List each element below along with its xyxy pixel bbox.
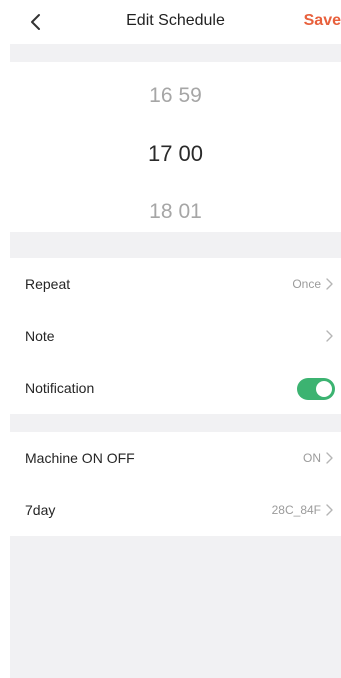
hour-selected: 17 bbox=[148, 141, 173, 166]
chevron-right-icon bbox=[326, 452, 333, 464]
device-row[interactable]: 7day 28C_84F bbox=[10, 484, 341, 536]
schedule-settings-group: Repeat Once Note Notification bbox=[10, 258, 341, 414]
time-row-previous[interactable]: 16 59 bbox=[10, 84, 341, 108]
note-row[interactable]: Note bbox=[10, 310, 341, 362]
hour-previous: 16 bbox=[149, 84, 173, 107]
device-label: 7day bbox=[25, 502, 56, 518]
minute-selected: 00 bbox=[178, 141, 203, 166]
chevron-right-icon bbox=[326, 504, 333, 516]
note-label: Note bbox=[25, 328, 55, 344]
machine-on-off-row[interactable]: Machine ON OFF ON bbox=[10, 432, 341, 484]
repeat-row[interactable]: Repeat Once bbox=[10, 258, 341, 310]
page-title: Edit Schedule bbox=[126, 12, 225, 29]
repeat-value: Once bbox=[292, 277, 321, 291]
time-row-next[interactable]: 18 01 bbox=[10, 200, 341, 224]
notification-label: Notification bbox=[25, 380, 95, 396]
minute-next: 01 bbox=[178, 200, 202, 223]
edit-schedule-screen: Edit Schedule Save 16 59 17 00 18 01 Repeat… bbox=[10, 0, 341, 678]
hour-next: 18 bbox=[149, 200, 173, 223]
machine-settings-group: Machine ON OFF ON 7day 28C_84F bbox=[10, 432, 341, 536]
minute-previous: 59 bbox=[178, 84, 202, 107]
time-picker[interactable]: 16 59 17 00 18 01 bbox=[10, 62, 341, 232]
machine-on-off-value: ON bbox=[303, 451, 321, 465]
chevron-right-icon bbox=[326, 278, 333, 290]
save-button[interactable]: Save bbox=[304, 12, 341, 30]
repeat-label: Repeat bbox=[25, 276, 71, 292]
machine-on-off-label: Machine ON OFF bbox=[25, 450, 135, 466]
device-value: 28C_84F bbox=[271, 503, 321, 517]
time-row-selected[interactable]: 17 00 bbox=[10, 141, 341, 167]
navigation-bar: Edit Schedule Save bbox=[10, 0, 341, 44]
notification-row: Notification bbox=[10, 362, 341, 414]
chevron-right-icon bbox=[326, 330, 333, 342]
notification-toggle[interactable] bbox=[297, 378, 335, 400]
toggle-knob bbox=[316, 381, 332, 397]
